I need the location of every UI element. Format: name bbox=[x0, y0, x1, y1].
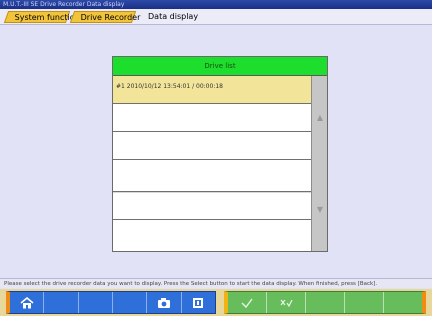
toolbar-right-group bbox=[224, 291, 426, 314]
toolbar-left-group bbox=[6, 291, 216, 314]
breadcrumb-system-function[interactable]: System function bbox=[3, 11, 80, 23]
home-icon bbox=[20, 296, 34, 309]
toolbar-empty-button[interactable] bbox=[44, 292, 79, 313]
list-scrollbar[interactable]: ▲ ▼ bbox=[311, 76, 327, 251]
screenshot-button[interactable] bbox=[147, 292, 182, 313]
toolbar-empty-button[interactable] bbox=[113, 292, 148, 313]
scroll-up-icon: ▲ bbox=[316, 113, 324, 122]
app-window: M.U.T.-III SE Drive Recorder Data displa… bbox=[0, 0, 432, 316]
status-bar: Please select the drive recorder data yo… bbox=[0, 278, 432, 288]
toolbar-empty-button[interactable] bbox=[384, 292, 422, 313]
list-item[interactable] bbox=[113, 104, 311, 132]
help-button[interactable] bbox=[182, 292, 215, 313]
breadcrumb: System function Drive Recorder Data disp… bbox=[0, 9, 432, 25]
ok-icon bbox=[279, 297, 293, 309]
camera-icon bbox=[157, 297, 171, 309]
list-item[interactable] bbox=[113, 132, 311, 160]
ok-button[interactable] bbox=[267, 292, 306, 313]
list-item[interactable] bbox=[113, 192, 311, 220]
drive-list: #1 2010/10/12 13:54:01 / 00:00:18 bbox=[113, 76, 311, 247]
scroll-down-button[interactable]: ▼ bbox=[314, 204, 326, 216]
home-button[interactable] bbox=[10, 292, 45, 313]
title-bar: M.U.T.-III SE Drive Recorder Data displa… bbox=[0, 0, 432, 9]
breadcrumb-label: Data display bbox=[148, 12, 199, 21]
drive-list-panel: Drive list #1 2010/10/12 13:54:01 / 00:0… bbox=[112, 56, 328, 252]
status-message: Please select the drive recorder data yo… bbox=[4, 281, 378, 287]
list-item[interactable] bbox=[113, 220, 311, 247]
list-item-text: #1 2010/10/12 13:54:01 / 00:00:18 bbox=[116, 83, 223, 90]
toolbar-empty-button[interactable] bbox=[306, 292, 345, 313]
list-header: Drive list bbox=[113, 57, 327, 76]
check-icon bbox=[240, 297, 254, 309]
scroll-down-icon: ▼ bbox=[316, 205, 324, 214]
list-header-label: Drive list bbox=[204, 62, 236, 70]
list-item[interactable]: #1 2010/10/12 13:54:01 / 00:00:18 bbox=[113, 76, 311, 104]
breadcrumb-drive-recorder[interactable]: Drive Recorder bbox=[69, 11, 140, 23]
breadcrumb-label: Drive Recorder bbox=[80, 13, 141, 22]
toolbar-empty-button[interactable] bbox=[79, 292, 113, 313]
breadcrumb-data-display: Data display bbox=[140, 11, 206, 23]
bottom-toolbar bbox=[0, 289, 432, 316]
help-icon bbox=[192, 297, 204, 309]
toolbar-empty-button[interactable] bbox=[345, 292, 384, 313]
list-item[interactable] bbox=[113, 160, 311, 192]
confirm-button[interactable] bbox=[228, 292, 267, 313]
scroll-up-button[interactable]: ▲ bbox=[314, 112, 326, 124]
window-title: M.U.T.-III SE Drive Recorder Data displa… bbox=[3, 1, 125, 8]
